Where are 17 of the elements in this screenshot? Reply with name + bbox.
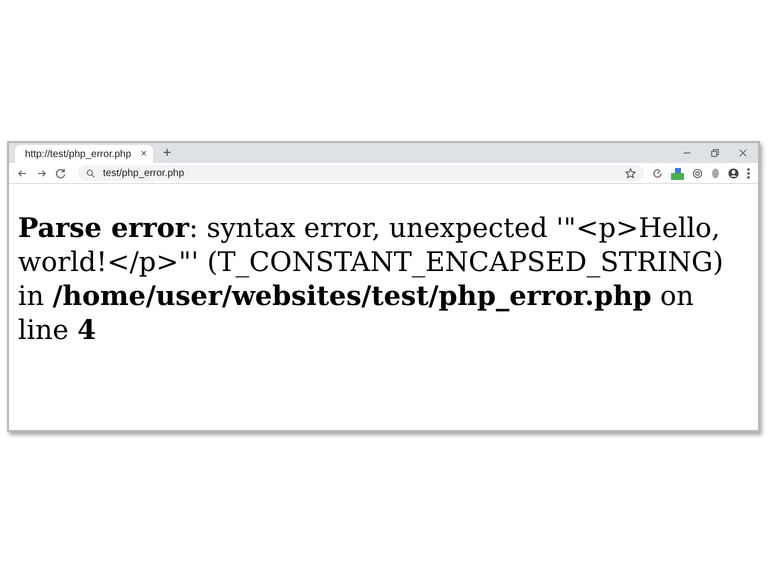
close-tab-button[interactable]: × [140,148,147,160]
account-icon[interactable] [728,168,739,178]
gauge-icon[interactable] [652,168,663,178]
restore-icon[interactable] [710,148,720,158]
search-icon [86,168,95,178]
close-icon[interactable] [738,148,748,158]
reload-icon[interactable] [55,168,66,178]
browser-tab[interactable]: http://test/php_error.php × [15,145,153,163]
forward-icon[interactable] [36,168,47,178]
target-icon[interactable] [692,168,703,178]
new-tab-button[interactable]: + [163,144,172,160]
address-bar[interactable]: test/php_error.php [78,165,644,181]
back-icon[interactable] [17,168,28,178]
menu-icon[interactable] [747,168,750,178]
error-message: Parse error: syntax error, unexpected '"<p>Hello, world!</p>"' (T_CONSTANT_ENCAPSED_STRING) in /home/user/websites/test/php_error.php on line 4 [18,212,724,348]
extension-icon[interactable] [671,166,684,180]
star-icon[interactable] [625,168,636,178]
